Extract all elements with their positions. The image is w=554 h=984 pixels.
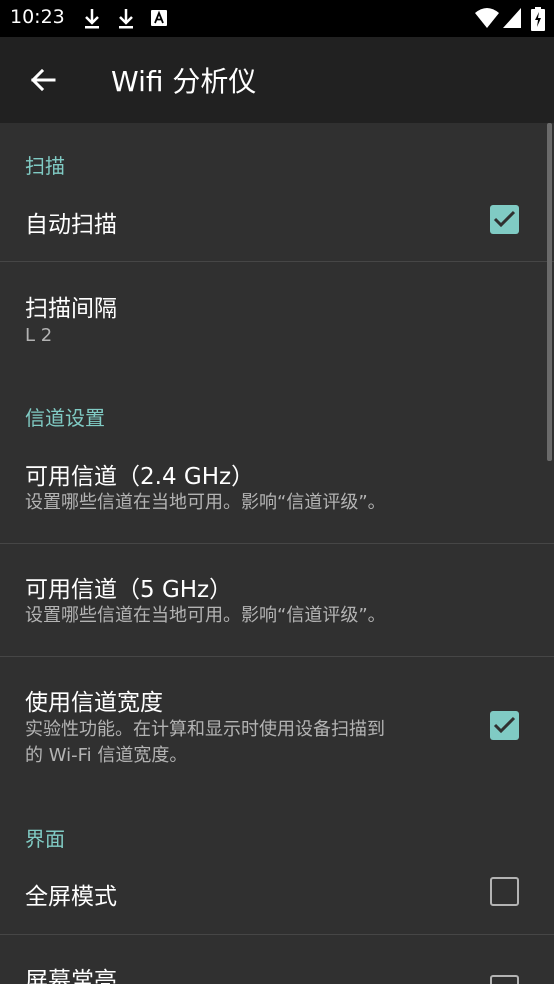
scan-interval-value: L 2 — [25, 325, 53, 346]
fullscreen-title: 全屏模式 — [25, 884, 117, 910]
wifi-icon — [475, 8, 499, 28]
auto-scan-checkbox[interactable] — [490, 205, 519, 234]
app-bar: Wifi 分析仪 — [0, 37, 554, 123]
fullscreen-checkbox[interactable] — [490, 877, 519, 906]
back-arrow-icon[interactable] — [22, 59, 64, 101]
check-icon — [493, 210, 516, 228]
divider — [0, 934, 554, 935]
channel-width-checkbox[interactable] — [490, 711, 519, 740]
divider — [0, 656, 554, 657]
channel-width-summary-line2: 的 Wi-Fi 信道宽度。 — [25, 745, 188, 766]
channel-width-summary-line1: 实验性功能。在计算和显示时使用设备扫描到 — [25, 719, 385, 740]
screen-on-checkbox[interactable] — [490, 975, 519, 984]
channel-24ghz-title: 可用信道（2.4 GHz） — [25, 464, 255, 490]
download-icon — [119, 9, 133, 29]
screen-on-title: 屏幕常亮 — [25, 968, 117, 984]
page-title: Wifi 分析仪 — [111, 65, 257, 98]
auto-scan-title: 自动扫描 — [25, 212, 117, 238]
section-header-ui: 界面 — [25, 827, 65, 851]
download-icon — [85, 9, 99, 29]
status-time: 10:23 — [10, 6, 65, 28]
divider — [0, 261, 554, 262]
scan-interval-title: 扫描间隔 — [25, 296, 117, 322]
check-icon — [493, 716, 516, 734]
status-bar: 10:23 — [0, 0, 554, 37]
channel-width-title: 使用信道宽度 — [25, 690, 163, 716]
channel-24ghz-summary: 设置哪些信道在当地可用。影响“信道评级”。 — [25, 492, 386, 513]
scrollbar[interactable] — [547, 123, 552, 461]
channel-5ghz-summary: 设置哪些信道在当地可用。影响“信道评级”。 — [25, 605, 386, 626]
section-header-channel: 信道设置 — [25, 406, 105, 430]
signal-icon — [503, 8, 521, 28]
battery-charging-icon — [531, 7, 545, 31]
text-notification-icon — [151, 10, 167, 26]
section-header-scan: 扫描 — [25, 154, 65, 178]
channel-5ghz-title: 可用信道（5 GHz） — [25, 577, 233, 603]
divider — [0, 543, 554, 544]
settings-list[interactable]: 扫描 自动扫描 扫描间隔 L 2 信道设置 可用信道（2.4 GHz） 设置哪些… — [0, 123, 554, 984]
